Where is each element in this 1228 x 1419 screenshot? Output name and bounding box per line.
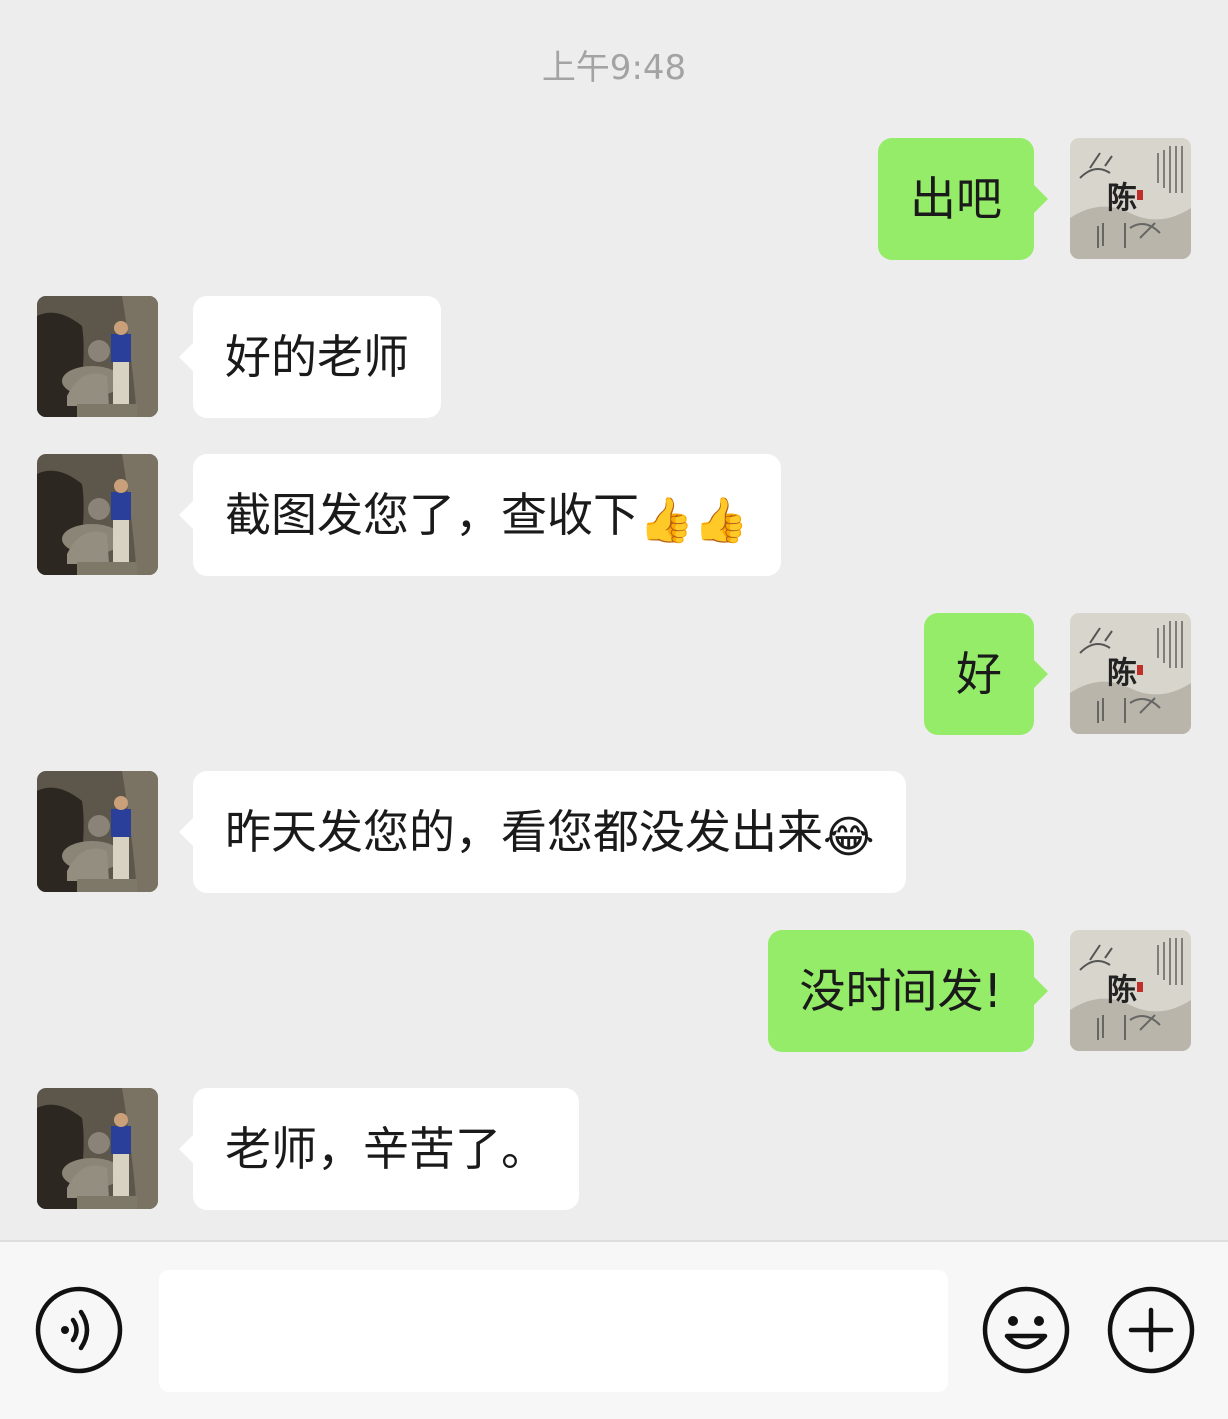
message-text: 没时间发! xyxy=(799,964,1002,1018)
man-with-tiger-statue-photo xyxy=(37,771,158,892)
contact-avatar[interactable] xyxy=(37,296,158,417)
emoji-icon xyxy=(982,1286,1070,1374)
message-text: 出吧 xyxy=(910,172,1002,226)
voice-button[interactable] xyxy=(35,1286,123,1374)
self-avatar[interactable]: 陈 xyxy=(1070,138,1191,259)
self-avatar[interactable]: 陈 xyxy=(1070,930,1191,1051)
contact-avatar[interactable] xyxy=(37,1088,158,1209)
message-bubble-sent[interactable]: 出吧 xyxy=(878,138,1048,260)
man-with-tiger-statue-photo xyxy=(37,454,158,575)
timestamp: 上午9:48 xyxy=(541,48,687,88)
message-text: 好 xyxy=(956,647,1002,701)
message-bubble-sent[interactable]: 好 xyxy=(924,613,1048,735)
contact-avatar[interactable] xyxy=(37,454,158,575)
contact-avatar[interactable] xyxy=(37,771,158,892)
svg-text:陈: 陈 xyxy=(1107,973,1137,1008)
man-with-tiger-statue-photo xyxy=(37,1088,158,1209)
calligraphy-avatar-image: 陈 xyxy=(1070,930,1191,1051)
voice-icon xyxy=(35,1286,123,1374)
svg-text:陈: 陈 xyxy=(1107,181,1137,216)
message-bubble-received[interactable]: 好的老师 xyxy=(179,296,441,418)
self-avatar[interactable]: 陈 xyxy=(1070,613,1191,734)
svg-text:陈: 陈 xyxy=(1107,656,1137,691)
emoji-button[interactable] xyxy=(982,1286,1070,1374)
thumbs-up-emoji-icon: 👍👍 xyxy=(639,495,749,546)
input-bar xyxy=(0,1240,1228,1419)
calligraphy-avatar-image: 陈 xyxy=(1070,138,1191,259)
message-bubble-received[interactable]: 昨天发您的，看您都没发出来😂 xyxy=(178,771,907,893)
plus-icon xyxy=(1107,1286,1195,1374)
message-input[interactable] xyxy=(159,1270,948,1392)
message-text: 老师，辛苦了。 xyxy=(225,1122,547,1176)
laughing-tears-emoji-icon: 😂 xyxy=(823,812,875,863)
message-text: 截图发您了，查收下 xyxy=(225,488,639,542)
more-button[interactable] xyxy=(1107,1286,1195,1374)
man-with-tiger-statue-photo xyxy=(37,296,158,417)
message-text: 昨天发您的，看您都没发出来 xyxy=(225,805,823,859)
message-text: 好的老师 xyxy=(225,330,409,384)
calligraphy-avatar-image: 陈 xyxy=(1070,613,1191,734)
message-bubble-received[interactable]: 老师，辛苦了。 xyxy=(179,1088,579,1210)
message-bubble-sent[interactable]: 没时间发! xyxy=(767,930,1049,1052)
message-bubble-received[interactable]: 截图发您了，查收下👍👍 xyxy=(179,454,781,576)
chat-area: 上午9:48 出吧 陈 好的老师 截图发您了，查收下👍👍 好 陈 昨天发您的，看… xyxy=(0,0,1228,1240)
